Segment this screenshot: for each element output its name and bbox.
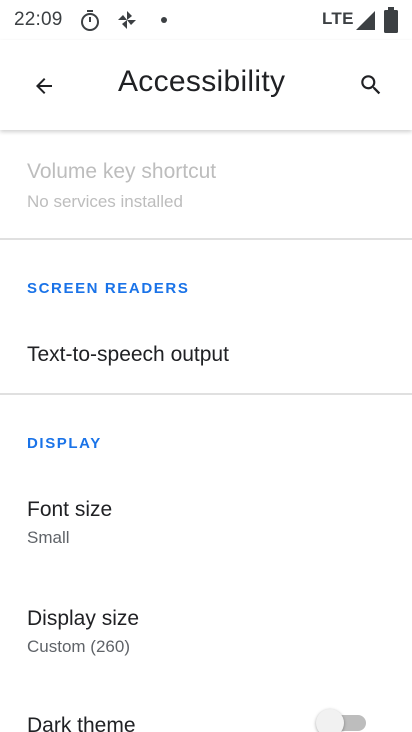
dark-theme-item[interactable]: Dark theme bbox=[0, 690, 412, 732]
search-icon bbox=[361, 75, 381, 95]
settings-list: Volume key shortcut No services installe… bbox=[0, 130, 412, 732]
arrow-back-icon bbox=[36, 78, 52, 94]
status-bar: 22:09 LTE bbox=[0, 0, 412, 40]
display-size-item[interactable]: Display size Custom (260) bbox=[0, 580, 412, 690]
font-size-summary: Small bbox=[27, 528, 70, 547]
search-button[interactable] bbox=[348, 62, 394, 108]
font-size-item[interactable]: Font size Small bbox=[0, 470, 412, 580]
app-bar: Accessibility bbox=[0, 40, 412, 130]
dot-icon bbox=[161, 17, 167, 23]
display-size-title: Display size bbox=[27, 607, 140, 630]
display-size-summary: Custom (260) bbox=[27, 637, 130, 656]
text-to-speech-output-title: Text-to-speech output bbox=[27, 343, 229, 366]
switch-thumb bbox=[316, 709, 344, 732]
volume-key-shortcut-summary: No services installed bbox=[27, 192, 183, 211]
category-display: DISPLAY bbox=[27, 435, 102, 452]
divider bbox=[0, 393, 412, 395]
signal-icon bbox=[356, 11, 375, 30]
text-to-speech-output-item[interactable]: Text-to-speech output bbox=[0, 310, 412, 394]
dark-theme-switch[interactable] bbox=[316, 709, 370, 732]
font-size-title: Font size bbox=[27, 498, 113, 521]
network-type: LTE bbox=[322, 9, 354, 28]
photos-icon bbox=[118, 11, 136, 29]
stopwatch-icon bbox=[81, 10, 99, 31]
page-title: Accessibility bbox=[118, 65, 286, 98]
status-time: 22:09 bbox=[14, 9, 63, 30]
category-screen-readers: SCREEN READERS bbox=[27, 280, 190, 297]
battery-icon bbox=[384, 7, 398, 33]
back-button[interactable] bbox=[22, 64, 66, 108]
dark-theme-title: Dark theme bbox=[27, 714, 136, 732]
volume-key-shortcut-item[interactable]: Volume key shortcut No services installe… bbox=[0, 130, 412, 238]
divider bbox=[0, 238, 412, 240]
volume-key-shortcut-title: Volume key shortcut bbox=[27, 160, 217, 183]
